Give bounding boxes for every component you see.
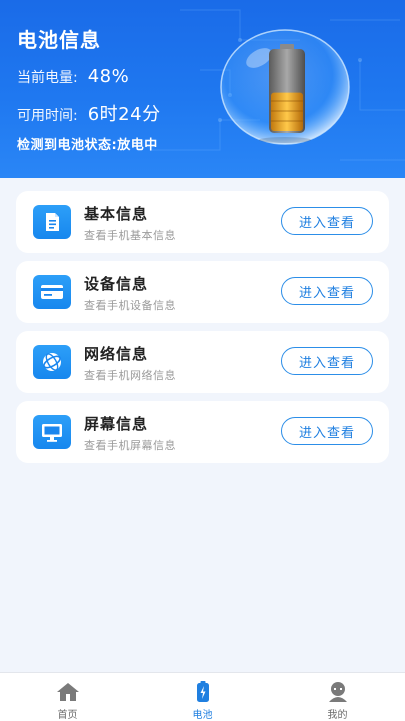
battery-level-value: 48% — [87, 66, 130, 87]
view-screen-info-button[interactable]: 进入查看 — [281, 417, 373, 445]
tab-battery[interactable]: 电池 — [135, 673, 270, 721]
view-device-info-button[interactable]: 进入查看 — [281, 277, 373, 305]
tab-home[interactable]: 首页 — [0, 673, 135, 721]
device-info-card[interactable]: 设备信息 查看手机设备信息 进入查看 — [16, 261, 389, 323]
screen-info-card[interactable]: 屏幕信息 查看手机屏幕信息 进入查看 — [16, 401, 389, 463]
available-time-label: 可用时间: — [17, 108, 78, 124]
card-title: 设备信息 — [84, 275, 149, 293]
battery-header: 电池信息 当前电量: 48% 可用时间: 6时24分 检测到电池状态:放电中 — [0, 0, 405, 178]
card-icon — [33, 275, 71, 309]
card-title: 屏幕信息 — [84, 415, 149, 433]
tab-label: 首页 — [57, 710, 78, 721]
document-icon — [33, 205, 71, 239]
card-title: 网络信息 — [84, 345, 149, 363]
home-icon — [56, 681, 80, 703]
view-basic-info-button[interactable]: 进入查看 — [281, 207, 373, 235]
info-card-list: 基本信息 查看手机基本信息 进入查看 设备信息 查看手机设备信息 进入查看 网络… — [16, 191, 389, 471]
available-time-row: 可用时间: 6时24分 — [17, 100, 161, 126]
available-time-value: 6时24分 — [87, 104, 161, 125]
basic-info-card[interactable]: 基本信息 查看手机基本信息 进入查看 — [16, 191, 389, 253]
battery-level-row: 当前电量: 48% — [17, 66, 129, 87]
view-network-info-button[interactable]: 进入查看 — [281, 347, 373, 375]
battery-status-text: 检测到电池状态:放电中 — [17, 138, 158, 153]
card-title: 基本信息 — [84, 205, 149, 223]
card-subtitle: 查看手机屏幕信息 — [84, 439, 176, 452]
tab-label: 我的 — [327, 710, 348, 721]
card-subtitle: 查看手机设备信息 — [84, 299, 176, 312]
network-info-card[interactable]: 网络信息 查看手机网络信息 进入查看 — [16, 331, 389, 393]
page-title: 电池信息 — [17, 28, 101, 52]
card-subtitle: 查看手机基本信息 — [84, 229, 176, 242]
tab-mine[interactable]: 我的 — [270, 673, 405, 721]
bottom-tab-bar: 首页 电池 我的 — [0, 672, 405, 721]
tab-label: 电池 — [192, 710, 213, 721]
globe-icon — [33, 345, 71, 379]
battery-bubble-illustration — [220, 29, 350, 145]
monitor-icon — [33, 415, 71, 449]
battery-icon — [196, 681, 210, 703]
card-subtitle: 查看手机网络信息 — [84, 369, 176, 382]
battery-level-label: 当前电量: — [17, 70, 78, 86]
user-icon — [327, 681, 349, 703]
